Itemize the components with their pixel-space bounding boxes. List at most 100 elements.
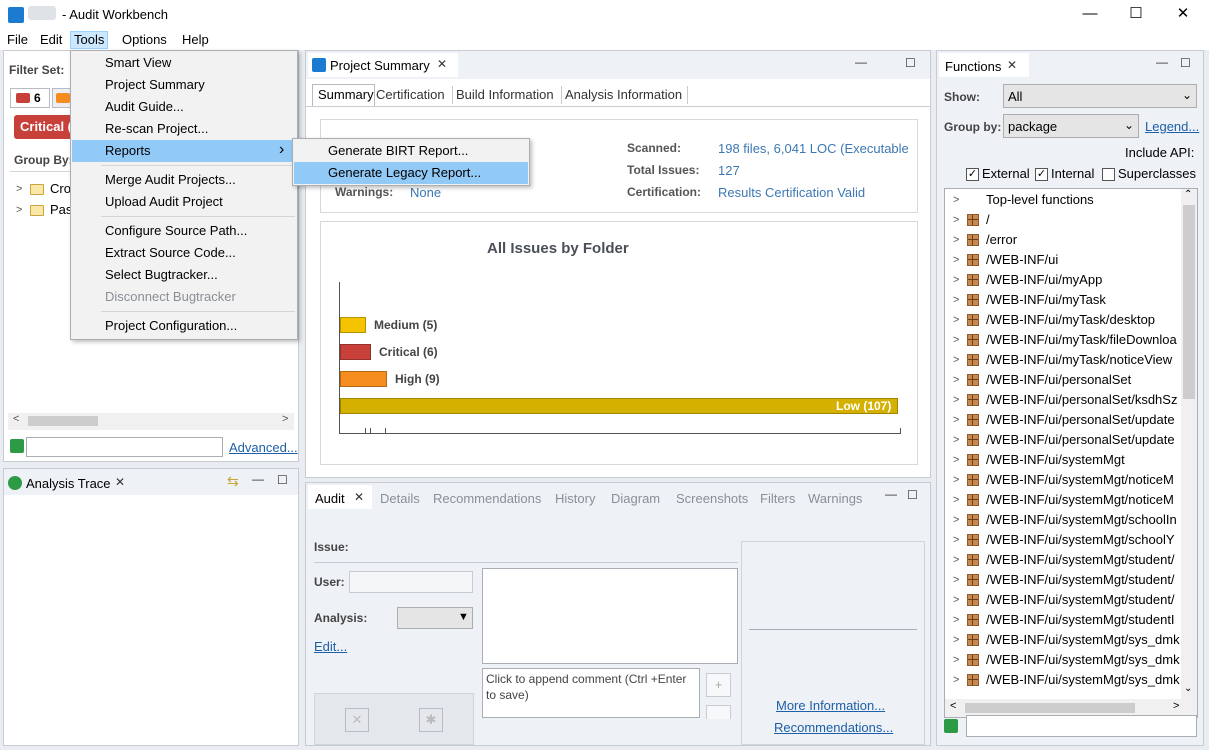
menu-item-select-bugtracker[interactable]: Select Bugtracker... xyxy=(71,264,297,286)
function-tree-item[interactable]: > /WEB-INF/ui/systemMgt/sys_dmk xyxy=(945,650,1181,670)
close-button[interactable]: ✕ xyxy=(1160,0,1206,30)
expand-arrow-icon[interactable]: > xyxy=(16,183,22,195)
menu-item-extract-source-code[interactable]: Extract Source Code... xyxy=(71,242,297,264)
minimize-view-icon[interactable]: — xyxy=(885,487,897,501)
close-tab-icon[interactable]: ✕ xyxy=(115,475,125,489)
function-tree-item[interactable]: > /WEB-INF/ui/myTask/fileDownloa xyxy=(945,330,1181,350)
function-tree-item[interactable]: > /WEB-INF/ui/systemMgt/student/ xyxy=(945,550,1181,570)
function-tree-item[interactable]: > /WEB-INF/ui/myApp xyxy=(945,270,1181,290)
expand-arrow-icon[interactable]: > xyxy=(953,550,959,570)
user-input[interactable] xyxy=(349,571,473,593)
tab-details[interactable]: Details xyxy=(380,491,420,506)
suppress-icon[interactable]: ✕ xyxy=(345,708,369,732)
menu-item-generate-birt-report[interactable]: Generate BIRT Report... xyxy=(294,140,528,162)
maximize-view-icon[interactable]: ☐ xyxy=(1180,56,1191,70)
expand-arrow-icon[interactable]: > xyxy=(953,410,959,430)
functions-search-input[interactable] xyxy=(966,715,1197,737)
expand-arrow-icon[interactable]: > xyxy=(953,510,959,530)
function-tree-item[interactable]: > /WEB-INF/ui/systemMgt/sys_dmk xyxy=(945,670,1181,690)
close-tab-icon[interactable]: ✕ xyxy=(354,490,364,504)
tab-build-information[interactable]: Build Information xyxy=(456,87,554,102)
expand-arrow-icon[interactable]: > xyxy=(953,370,959,390)
edit-link[interactable]: Edit... xyxy=(314,639,347,654)
maximize-view-icon[interactable]: ☐ xyxy=(907,488,918,502)
menu-help[interactable]: Help xyxy=(179,31,212,49)
function-tree-item[interactable]: > /WEB-INF/ui/systemMgt/studentI xyxy=(945,610,1181,630)
function-tree-item[interactable]: > /WEB-INF/ui/personalSet/update xyxy=(945,430,1181,450)
tab-filters[interactable]: Filters xyxy=(760,491,795,506)
tab-warnings[interactable]: Warnings xyxy=(808,491,862,506)
tab-functions[interactable]: Functions ✕ xyxy=(939,53,1029,77)
menu-item-audit-guide[interactable]: Audit Guide... xyxy=(71,96,297,118)
more-information-link[interactable]: More Information... xyxy=(776,698,885,713)
expand-arrow-icon[interactable]: > xyxy=(953,190,959,210)
sync-arrows-icon[interactable]: ⇆ xyxy=(227,473,239,490)
function-tree-item[interactable]: > /WEB-INF/ui/myTask xyxy=(945,290,1181,310)
critical-badge[interactable]: Critical ( xyxy=(14,115,74,139)
function-tree-item[interactable]: > Top-level functions xyxy=(945,190,1181,210)
expand-arrow-icon[interactable]: > xyxy=(953,430,959,450)
tab-project-summary[interactable]: Project Summary ✕ xyxy=(308,53,458,77)
menu-edit[interactable]: Edit xyxy=(37,31,65,49)
expand-arrow-icon[interactable]: > xyxy=(16,204,22,216)
scroll-up-icon[interactable]: ⌃ xyxy=(1184,189,1192,200)
legend-link[interactable]: Legend... xyxy=(1145,119,1199,134)
function-tree-item[interactable]: > /WEB-INF/ui xyxy=(945,250,1181,270)
analysis-select[interactable]: ▼ xyxy=(397,607,473,629)
function-tree-item[interactable]: > /WEB-INF/ui/systemMgt/schoolY xyxy=(945,530,1181,550)
maximize-button[interactable]: ☐ xyxy=(1113,0,1159,30)
menu-item-project-configuration[interactable]: Project Configuration... xyxy=(71,315,297,337)
function-tree-item[interactable]: > /WEB-INF/ui/systemMgt/sys_dmk xyxy=(945,630,1181,650)
minimize-view-icon[interactable]: — xyxy=(252,472,264,486)
tab-critical-count[interactable]: 6 xyxy=(10,88,50,108)
tab-audit[interactable]: Audit ✕ xyxy=(308,485,372,509)
comment-input[interactable]: Click to append comment (Ctrl +Enter to … xyxy=(482,668,700,718)
function-tree-item[interactable]: > / xyxy=(945,210,1181,230)
filter-search-input[interactable] xyxy=(26,437,223,457)
close-tab-icon[interactable]: ✕ xyxy=(437,57,447,71)
recommendations-link[interactable]: Recommendations... xyxy=(774,720,893,735)
function-tree-item[interactable]: > /WEB-INF/ui/systemMgt/schoolIn xyxy=(945,510,1181,530)
menu-item-smart-view[interactable]: Smart View xyxy=(71,52,297,74)
maximize-view-icon[interactable]: ☐ xyxy=(277,473,288,487)
show-select[interactable]: All ⌄ xyxy=(1003,84,1197,108)
scroll-left-icon[interactable]: < xyxy=(13,413,19,425)
function-tree-item[interactable]: > /WEB-INF/ui/myTask/noticeView xyxy=(945,350,1181,370)
expand-arrow-icon[interactable]: > xyxy=(953,670,959,690)
expand-arrow-icon[interactable]: > xyxy=(953,330,959,350)
expand-arrow-icon[interactable]: > xyxy=(953,650,959,670)
expand-arrow-icon[interactable]: > xyxy=(953,290,959,310)
function-tree-item[interactable]: > /WEB-INF/ui/personalSet/ksdhSz xyxy=(945,390,1181,410)
menu-item-upload-audit-project[interactable]: Upload Audit Project xyxy=(71,191,297,213)
expand-arrow-icon[interactable]: > xyxy=(953,270,959,290)
expand-arrow-icon[interactable]: > xyxy=(953,350,959,370)
expand-arrow-icon[interactable]: > xyxy=(953,310,959,330)
tab-diagram[interactable]: Diagram xyxy=(611,491,660,506)
tab-analysis-information[interactable]: Analysis Information xyxy=(565,87,682,102)
function-tree-item[interactable]: > /WEB-INF/ui/systemMgt/noticeM xyxy=(945,470,1181,490)
menu-file[interactable]: File xyxy=(4,31,31,49)
tab-summary[interactable]: Summary xyxy=(312,84,375,106)
internal-checkbox[interactable]: ✓ xyxy=(1035,168,1048,181)
expand-arrow-icon[interactable]: > xyxy=(953,210,959,230)
function-tree-item[interactable]: > /WEB-INF/ui/systemMgt xyxy=(945,450,1181,470)
external-checkbox[interactable]: ✓ xyxy=(966,168,979,181)
vertical-scrollbar[interactable]: ⌃ ⌄ xyxy=(1181,189,1197,699)
function-tree-item[interactable]: > /WEB-INF/ui/personalSet xyxy=(945,370,1181,390)
expand-arrow-icon[interactable]: > xyxy=(953,570,959,590)
bug-icon[interactable]: ✱ xyxy=(419,708,443,732)
expand-arrow-icon[interactable]: > xyxy=(953,490,959,510)
menu-item-generate-legacy-report[interactable]: Generate Legacy Report... xyxy=(294,162,528,184)
scrollbar-thumb[interactable] xyxy=(1183,205,1195,399)
expand-arrow-icon[interactable]: > xyxy=(953,470,959,490)
scroll-down-icon[interactable]: ⌄ xyxy=(1184,683,1192,694)
scroll-left-icon[interactable]: < xyxy=(950,700,956,712)
menu-item-reports[interactable]: Reports xyxy=(71,140,297,162)
maximize-view-icon[interactable]: ☐ xyxy=(905,56,916,70)
function-tree-item[interactable]: > /WEB-INF/ui/personalSet/update xyxy=(945,410,1181,430)
expand-arrow-icon[interactable]: > xyxy=(953,250,959,270)
menu-tools[interactable]: Tools xyxy=(70,31,109,49)
scrollbar-thumb[interactable] xyxy=(965,703,1135,713)
scroll-right-icon[interactable]: > xyxy=(1173,700,1179,712)
tab-certification[interactable]: Certification xyxy=(376,87,445,102)
